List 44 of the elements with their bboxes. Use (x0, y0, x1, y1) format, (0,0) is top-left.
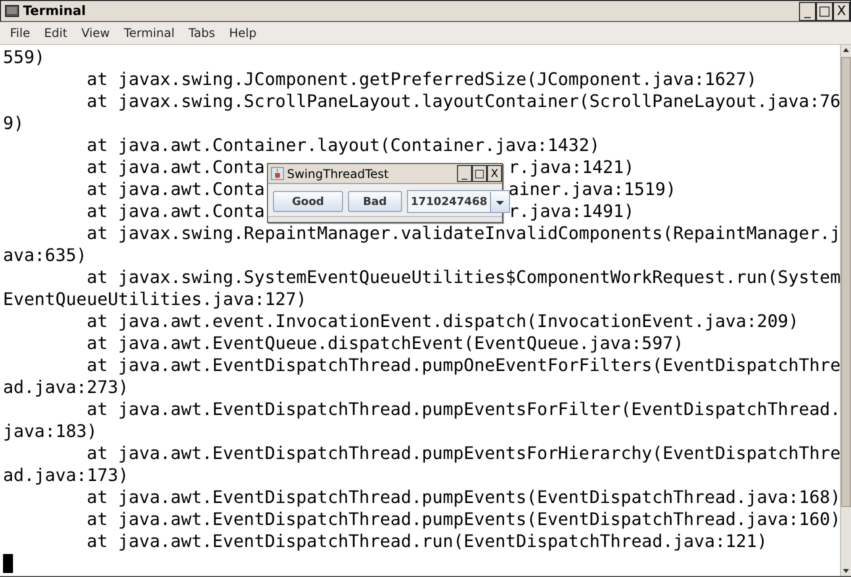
terminal-line: ad.java:173) (3, 466, 129, 486)
terminal-line: ainer.java:1519) (508, 179, 676, 201)
terminal-line: at java.awt.Conta (86, 158, 265, 178)
terminal-line: at java.awt.EventDispatchThread.run(EventDispatchThread.java:121) (86, 532, 768, 552)
terminal-line: at java.awt.Container.layout(Container.java:1432) (86, 136, 600, 156)
terminal-line: at javax.swing.JComponent.getPreferredSize(JComponent.java:1627) (86, 70, 757, 90)
menu-item[interactable]: Edit (38, 25, 74, 41)
window-control-button[interactable]: □ (816, 2, 833, 20)
terminal-line: at java.awt.EventDispatchThread.pumpEvents(EventDispatchThread.java:168) (86, 488, 840, 508)
terminal-line: at javax.swing.ScrollPaneLayout.layoutContainer(ScrollPaneLayout.java:76 (86, 92, 840, 112)
terminal-line: at java.awt.EventDispatchThread.pumpEvents(EventDispatchThread.java:160) (86, 510, 840, 530)
terminal-line: at java.awt.EventDispatchThread.pumpOneEventForFilters(EventDispatchThre (86, 356, 840, 376)
terminal-line: at java.awt.EventDispatchThread.pumpEventsForFilter(EventDispatchThread. (86, 400, 840, 420)
terminal-line: 9) (3, 114, 24, 134)
window-title: Terminal (23, 4, 86, 18)
terminal-line: at java.awt.event.InvocationEvent.dispatch(InvocationEvent.java:209) (86, 312, 799, 332)
terminal-line: at java.awt.Conta (86, 202, 265, 222)
menu-item[interactable]: Tabs (182, 25, 222, 41)
terminal-line: at javax.swing.SystemEventQueueUtilities$ComponentWorkRequest.run(System (86, 268, 840, 288)
window-control-button[interactable]: _ (457, 165, 472, 182)
terminal-line: EventQueueUtilities.java:127) (3, 290, 307, 310)
terminal-line: ava:635) (3, 246, 87, 266)
dialog-button[interactable]: Bad (348, 191, 402, 212)
terminal-line: java:183) (3, 422, 98, 442)
terminal-line: ad.java:273) (3, 378, 129, 398)
terminal-line: r.java:1491) (508, 201, 634, 223)
menu-item[interactable]: Terminal (118, 25, 181, 41)
dialog-title: SwingThreadTest (287, 166, 389, 182)
number-dropdown[interactable]: 1710247468 (406, 190, 510, 213)
menu-item[interactable]: View (75, 25, 116, 41)
terminal-line: at javax.swing.RepaintManager.validateInvalidComponents(RepaintManager.j (86, 224, 840, 244)
terminal-line: at java.awt.Conta (86, 180, 265, 200)
window-control-button[interactable]: _ (799, 2, 816, 20)
window-control-button[interactable]: □ (472, 165, 487, 182)
dropdown-value: 1710247468 (410, 195, 488, 208)
terminal-line: at java.awt.EventQueue.dispatchEvent(EventQueue.java:597) (86, 334, 684, 354)
terminal-line: at java.awt.EventDispatchThread.pumpEventsForHierarchy(EventDispatchThre (86, 444, 840, 464)
terminal-line: 559) (3, 48, 45, 68)
dialog-button[interactable]: Good (273, 191, 344, 212)
menu-item[interactable]: File (4, 25, 36, 41)
terminal-line: r.java:1421) (508, 157, 634, 179)
window-control-button[interactable]: X (487, 165, 502, 182)
window-control-button[interactable]: X (833, 2, 850, 20)
menu-item[interactable]: Help (223, 25, 262, 41)
